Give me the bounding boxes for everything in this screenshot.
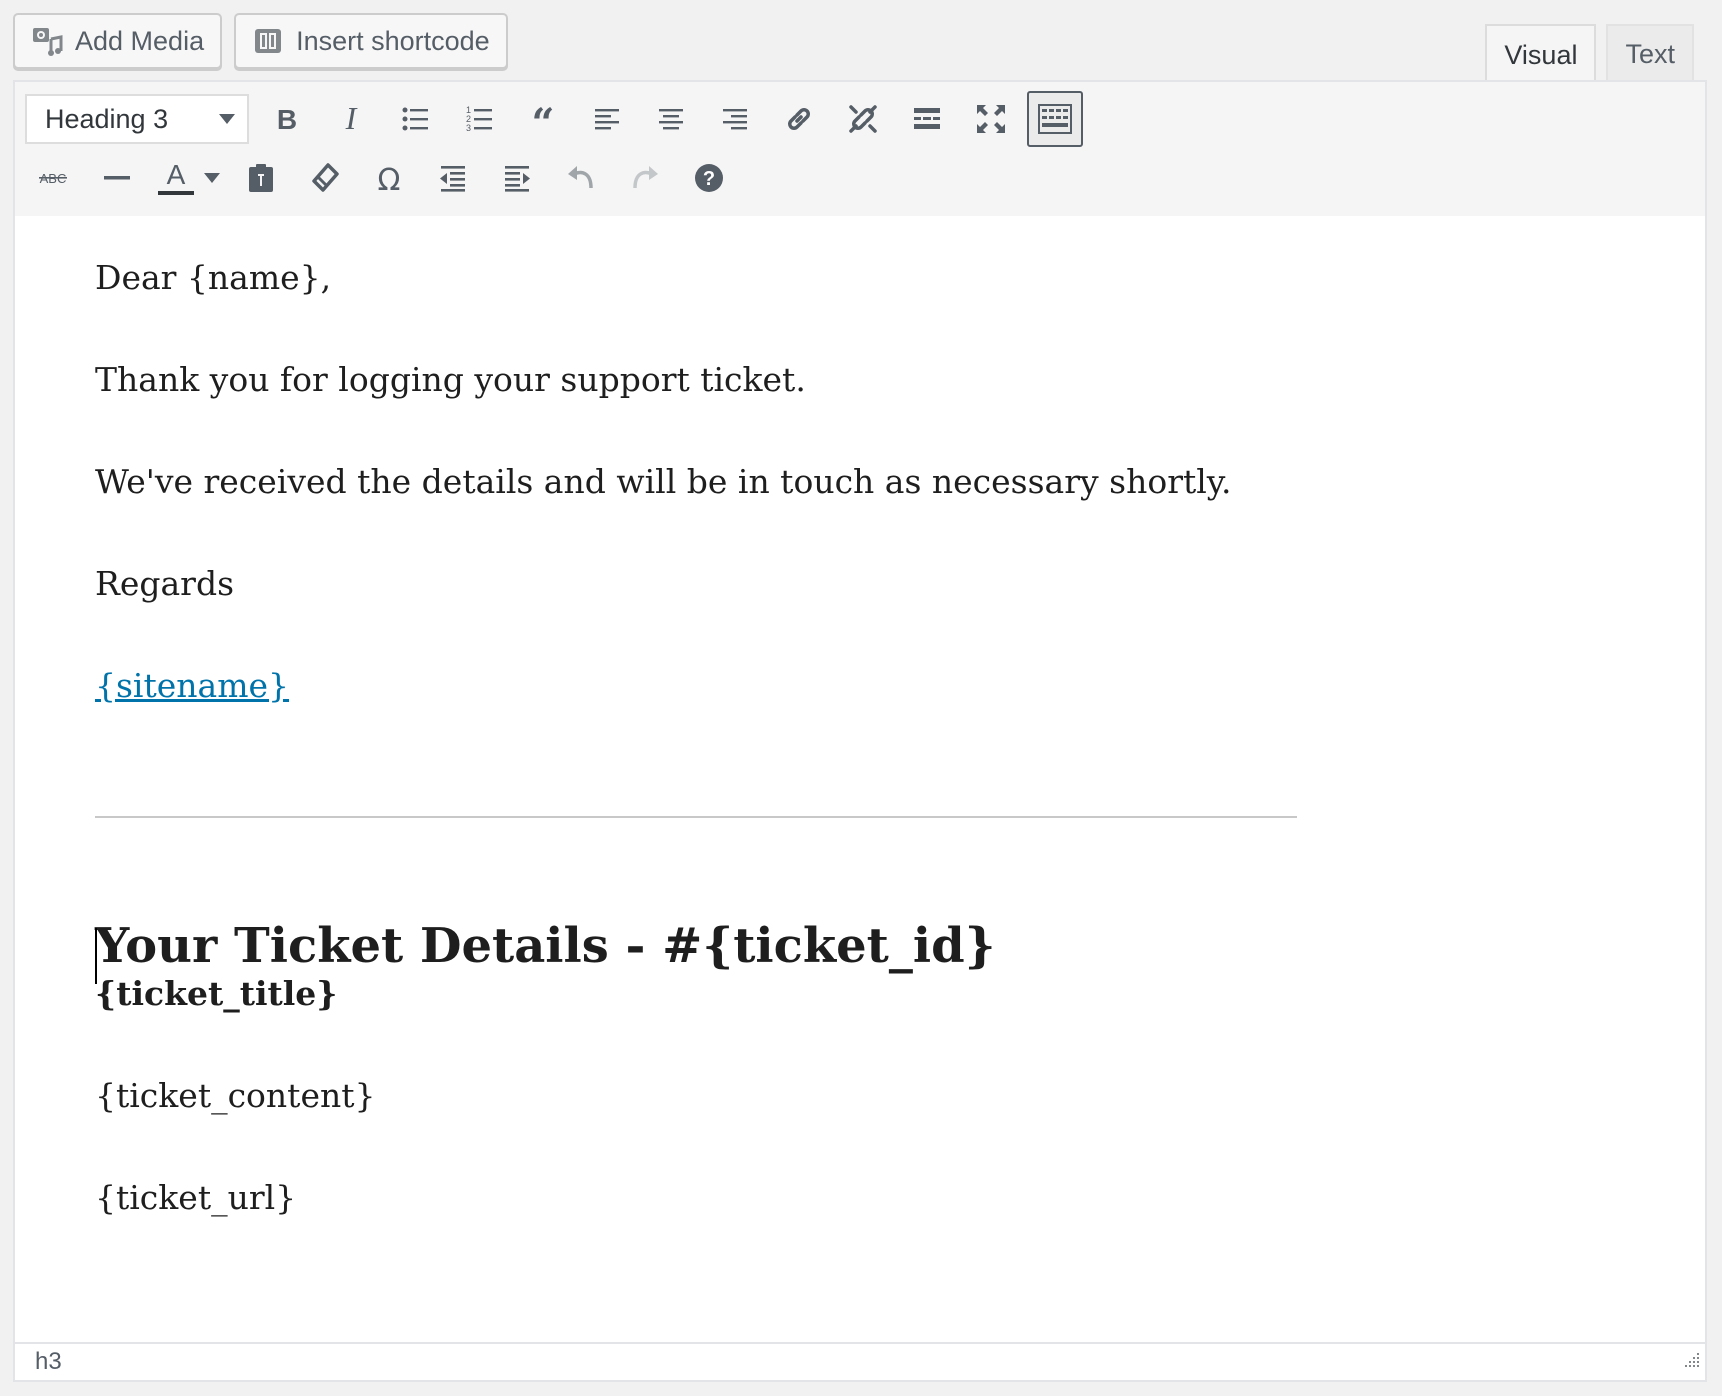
bold-button[interactable]: B	[259, 91, 315, 147]
add-media-button[interactable]: Add Media	[13, 13, 223, 69]
regards-paragraph: Regards	[95, 564, 235, 603]
italic-button[interactable]: I	[323, 91, 379, 147]
indent-icon	[502, 163, 532, 193]
editor: Heading 3 B I 123 “ ABC A Ω ? Dear {name…	[13, 80, 1707, 1382]
svg-text:“: “	[531, 104, 554, 134]
align-center-button[interactable]	[643, 91, 699, 147]
italic-icon: I	[336, 104, 366, 134]
insert-shortcode-button[interactable]: Insert shortcode	[234, 13, 508, 69]
indent-button[interactable]	[489, 150, 545, 206]
redo-icon	[629, 162, 661, 194]
format-select-value: Heading 3	[45, 103, 169, 134]
paste-as-text-button[interactable]	[233, 150, 289, 206]
special-character-icon: Ω	[374, 163, 404, 193]
clear-formatting-button[interactable]	[297, 150, 353, 206]
unlink-icon	[847, 103, 879, 135]
ticket-content-paragraph: {ticket_content}	[95, 1076, 376, 1115]
fullscreen-icon	[975, 103, 1007, 135]
sitename-paragraph: {sitename}	[95, 664, 289, 708]
special-character-button[interactable]: Ω	[361, 150, 417, 206]
strikethrough-button[interactable]: ABC	[25, 150, 81, 206]
blockquote-button[interactable]: “	[515, 91, 571, 147]
align-left-button[interactable]	[579, 91, 635, 147]
numbered-list-icon: 123	[464, 104, 494, 134]
undo-icon	[565, 162, 597, 194]
toolbar-row-1: Heading 3 B I 123 “	[25, 91, 1091, 147]
media-buttons: Add Media Insert shortcode	[13, 13, 508, 69]
text-color-control: A	[153, 150, 225, 206]
horizontal-rule	[95, 816, 1297, 818]
ticket-details-heading: Your Ticket Details - #{ticket_id}	[95, 918, 996, 974]
greeting-paragraph: Dear {name},	[95, 258, 332, 297]
insert-shortcode-label: Insert shortcode	[296, 25, 490, 56]
undo-button[interactable]	[553, 150, 609, 206]
horizontal-line-icon	[102, 163, 132, 193]
svg-text:I: I	[345, 104, 358, 134]
read-more-button[interactable]	[899, 91, 955, 147]
help-button[interactable]: ?	[681, 150, 737, 206]
link-icon	[783, 103, 815, 135]
resize-handle-icon[interactable]	[1681, 1348, 1701, 1376]
horizontal-line-button[interactable]	[89, 150, 145, 206]
thanks-paragraph: Thank you for logging your support ticke…	[95, 360, 806, 399]
strikethrough-icon: ABC	[37, 163, 69, 193]
text-color-dropdown[interactable]	[199, 150, 225, 206]
outdent-button[interactable]	[425, 150, 481, 206]
svg-text:?: ?	[703, 168, 715, 190]
editor-tabs: Visual Text	[1485, 24, 1694, 84]
chevron-down-icon	[204, 173, 220, 183]
outdent-icon	[438, 163, 468, 193]
status-bar: h3	[15, 1342, 1705, 1380]
bulleted-list-button[interactable]	[387, 91, 443, 147]
ticket-url-paragraph: {ticket_url}	[95, 1178, 297, 1217]
shortcode-icon	[252, 25, 284, 57]
element-path[interactable]: h3	[35, 1348, 62, 1376]
media-icon	[31, 25, 63, 57]
redo-button[interactable]	[617, 150, 673, 206]
svg-text:B: B	[277, 104, 297, 134]
received-paragraph: We've received the details and will be i…	[95, 462, 1232, 501]
insert-link-button[interactable]	[771, 91, 827, 147]
sitename-link[interactable]: {sitename}	[95, 666, 289, 705]
editor-content[interactable]: Dear {name}, Thank you for logging your …	[15, 216, 1705, 1344]
toolbar-row-2: ABC A Ω ?	[25, 150, 745, 206]
align-left-icon	[592, 104, 622, 134]
format-select[interactable]: Heading 3	[25, 94, 249, 144]
text-color-icon: A	[156, 160, 196, 196]
fullscreen-button[interactable]	[963, 91, 1019, 147]
toolbar-toggle-icon	[1038, 104, 1072, 134]
read-more-icon	[912, 104, 942, 134]
ticket-title-paragraph: {ticket_title}	[95, 974, 338, 1013]
bulleted-list-icon	[400, 104, 430, 134]
add-media-label: Add Media	[75, 25, 205, 56]
align-right-icon	[720, 104, 750, 134]
align-right-button[interactable]	[707, 91, 763, 147]
unlink-button[interactable]	[835, 91, 891, 147]
numbered-list-button[interactable]: 123	[451, 91, 507, 147]
chevron-down-icon	[219, 114, 235, 124]
paste-as-text-icon	[246, 162, 276, 194]
editor-toolbar: Heading 3 B I 123 “ ABC A Ω ?	[15, 82, 1705, 218]
svg-text:Ω: Ω	[378, 163, 401, 193]
text-color-button[interactable]: A	[153, 150, 199, 206]
bold-icon: B	[272, 104, 302, 134]
blockquote-icon: “	[528, 104, 558, 134]
help-icon: ?	[693, 162, 725, 194]
svg-text:A: A	[167, 160, 186, 190]
svg-text:3: 3	[466, 123, 471, 133]
tab-text[interactable]: Text	[1606, 24, 1694, 82]
tab-visual[interactable]: Visual	[1485, 24, 1597, 84]
align-center-icon	[656, 104, 686, 134]
clear-formatting-icon	[310, 162, 340, 194]
toolbar-toggle-button[interactable]	[1027, 91, 1083, 147]
